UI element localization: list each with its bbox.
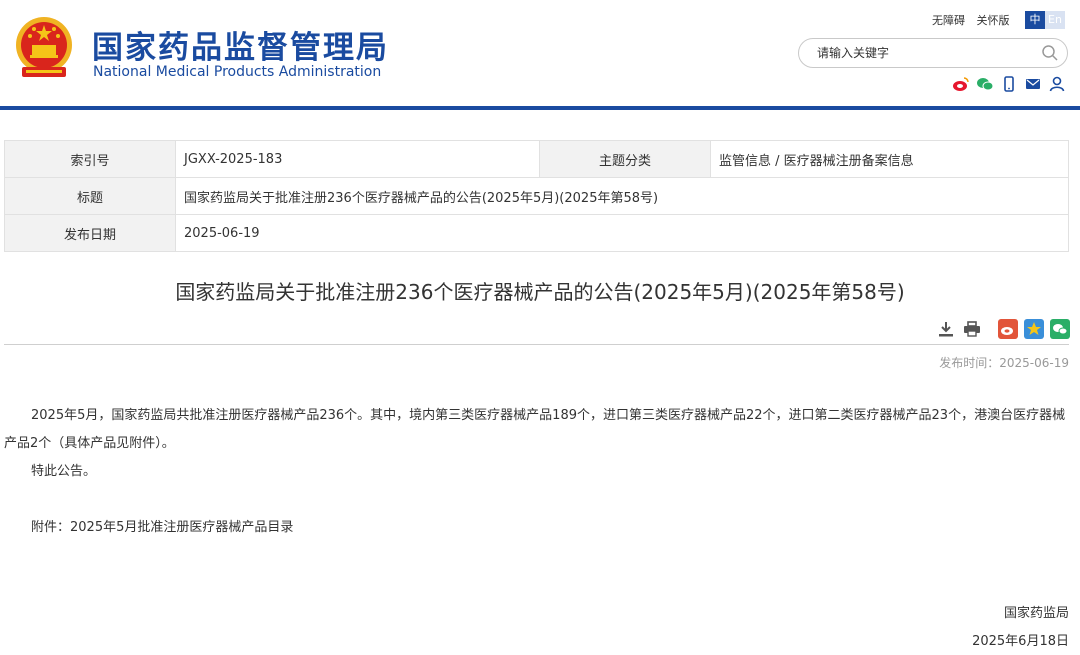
user-icon[interactable] [1048,75,1066,93]
site-title[interactable]: 国家药品监督管理局 [92,22,389,67]
site-subtitle-en[interactable]: National Medical Products Administration [93,64,381,80]
date-label: 发布日期 [4,214,176,252]
signature-org: 国家药监局 [1003,606,1069,621]
table-row: 标题 国家药监局关于批准注册236个医疗器械产品的公告(2025年5月)(202… [4,177,1069,215]
attachment: 附件：2025年5月批准注册医疗器械产品目录 [31,516,293,535]
date-value: 2025-06-19 [175,214,1069,252]
social-links [952,75,1066,93]
table-row: 发布日期 2025-06-19 [4,214,1069,252]
index-value: JGXX-2025-183 [175,140,540,178]
article-body: 2025年5月，国家药监局共批准注册医疗器械产品236个。其中，境内第三类医疗器… [4,402,1069,486]
search-input[interactable] [815,45,1039,61]
attachment-prefix: 附件： [31,520,71,535]
category-value: 监管信息 / 医疗器械注册备案信息 [710,140,1069,178]
attachment-link[interactable]: 2025年5月批准注册医疗器械产品目录 [70,520,293,535]
accessibility-link[interactable]: 无障碍 [932,14,965,27]
wechat-icon[interactable] [976,75,994,93]
lang-cn-button[interactable]: 中 [1025,11,1045,29]
mobile-icon[interactable] [1000,75,1018,93]
title-value: 国家药监局关于批准注册236个医疗器械产品的公告(2025年5月)(2025年第… [175,177,1069,215]
print-icon[interactable] [962,319,982,339]
share-favorite-icon[interactable] [1024,319,1044,339]
download-icon[interactable] [936,319,956,339]
title-label: 标题 [4,177,176,215]
meta-table: 索引号 JGXX-2025-183 主题分类 监管信息 / 医疗器械注册备案信息… [4,140,1069,252]
tools-spacer [988,319,992,339]
search-box [798,38,1068,68]
share-wechat-icon[interactable] [1050,319,1070,339]
header-divider [0,106,1080,110]
share-weibo-icon[interactable] [998,319,1018,339]
table-row: 索引号 JGXX-2025-183 主题分类 监管信息 / 医疗器械注册备案信息 [4,140,1069,178]
lang-en-button[interactable]: En [1045,11,1065,29]
top-links: 无障碍 关怀版 [932,12,1018,28]
weibo-icon[interactable] [952,75,970,93]
national-emblem-icon[interactable] [14,15,74,81]
category-label: 主题分类 [539,140,711,178]
publish-time: 发布时间：2025-06-19 [939,356,1069,370]
signature-date: 2025年6月18日 [972,634,1069,649]
body-paragraph: 2025年5月，国家药监局共批准注册医疗器械产品236个。其中，境内第三类医疗器… [4,408,1066,451]
site-header: 国家药品监督管理局 National Medical Products Admi… [0,0,1080,108]
search-icon[interactable] [1041,44,1059,62]
article-title: 国家药监局关于批准注册236个医疗器械产品的公告(2025年5月)(2025年第… [175,280,905,304]
body-closing: 特此公告。 [31,464,97,479]
elder-mode-link[interactable]: 关怀版 [977,14,1010,27]
index-label: 索引号 [4,140,176,178]
article-tools [936,319,1070,339]
language-switch: 中 En [1025,11,1065,29]
mail-icon[interactable] [1024,75,1042,93]
title-divider [4,344,1069,345]
